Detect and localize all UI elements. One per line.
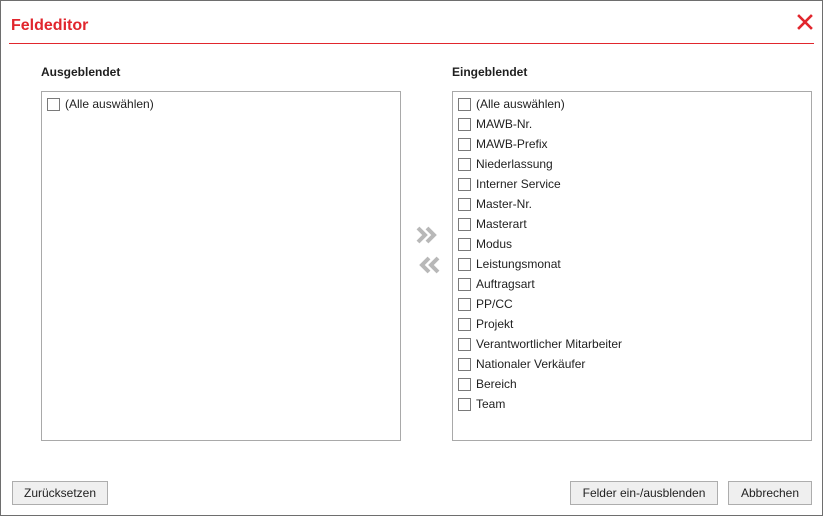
list-item-label: Niederlassung [476,157,553,171]
list-item[interactable]: MAWB-Nr. [453,114,811,134]
cancel-button[interactable]: Abbrechen [728,481,812,505]
checkbox[interactable] [458,257,471,271]
list-item-label: Modus [476,237,513,251]
list-item-label: Auftragsart [476,277,535,291]
list-item-label: Team [476,397,506,411]
checkbox[interactable] [458,137,471,151]
list-item-label: Verantwortlicher Mitarbeiter [476,337,623,351]
list-item-label: Leistungsmonat [476,257,561,271]
checkbox[interactable] [458,357,471,371]
checkbox[interactable] [458,397,471,411]
list-item[interactable]: (Alle auswählen) [42,94,400,114]
list-item-label: Nationaler Verkäufer [476,357,586,371]
dialog-title: Feldeditor [11,17,89,34]
title-divider [9,43,814,44]
checkbox[interactable] [458,237,471,251]
list-item-label: (Alle auswählen) [65,97,154,111]
shown-fields-list[interactable]: (Alle auswählen) MAWB-Nr. MAWB-Prefix Niede… [452,91,812,441]
move-left-button[interactable] [416,255,440,275]
list-item[interactable]: MAWB-Prefix [453,134,811,154]
list-item-label: Projekt [476,317,514,331]
double-chevron-left-icon [419,256,440,274]
list-item[interactable]: Master-Nr. [453,194,811,214]
checkbox[interactable] [458,377,471,391]
checkbox[interactable] [458,157,471,171]
double-chevron-right-icon [416,226,437,244]
list-item[interactable]: Interner Service [453,174,811,194]
checkbox[interactable] [458,97,471,111]
list-item-label: MAWB-Prefix [476,137,548,151]
checkbox[interactable] [458,177,471,191]
shown-fields-label: Eingeblendet [452,65,528,79]
checkbox[interactable] [47,97,60,111]
list-item[interactable]: Bereich [453,374,811,394]
checkbox[interactable] [458,317,471,331]
checkbox[interactable] [458,117,471,131]
list-item-label: (Alle auswählen) [476,97,565,111]
list-item-label: MAWB-Nr. [476,117,533,131]
list-item[interactable]: Verantwortlicher Mitarbeiter [453,334,811,354]
list-item[interactable]: Niederlassung [453,154,811,174]
hidden-fields-list[interactable]: (Alle auswählen) [41,91,401,441]
list-item[interactable]: Auftragsart [453,274,811,294]
list-item[interactable]: Projekt [453,314,811,334]
checkbox[interactable] [458,277,471,291]
list-item-label: Master-Nr. [476,197,533,211]
hidden-fields-label: Ausgeblendet [41,65,121,79]
list-item[interactable]: Leistungsmonat [453,254,811,274]
list-item[interactable]: Team [453,394,811,414]
checkbox[interactable] [458,217,471,231]
list-item[interactable]: PP/CC [453,294,811,314]
list-item[interactable]: Nationaler Verkäufer [453,354,811,374]
move-right-button[interactable] [416,225,440,245]
list-item[interactable]: Masterart [453,214,811,234]
close-icon[interactable] [796,13,814,31]
toggle-fields-button[interactable]: Felder ein-/ausblenden [570,481,718,505]
list-item-label: Interner Service [476,177,561,191]
list-item-label: Masterart [476,217,527,231]
list-item-label: PP/CC [476,297,513,311]
list-item-label: Bereich [476,377,517,391]
checkbox[interactable] [458,297,471,311]
checkbox[interactable] [458,337,471,351]
field-editor-dialog: Feldeditor Ausgeblendet Eingeblendet (Al… [0,0,823,516]
checkbox[interactable] [458,197,471,211]
list-item[interactable]: Modus [453,234,811,254]
reset-button[interactable]: Zurücksetzen [12,481,108,505]
list-item[interactable]: (Alle auswählen) [453,94,811,114]
